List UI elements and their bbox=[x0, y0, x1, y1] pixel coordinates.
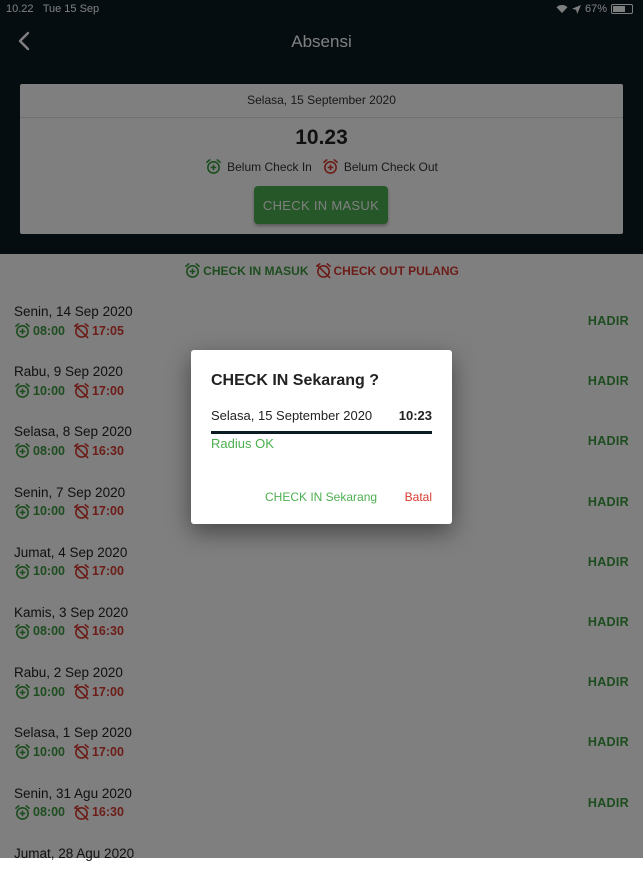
confirm-checkin-button[interactable]: CHECK IN Sekarang bbox=[265, 490, 377, 504]
dialog-date: Selasa, 15 September 2020 bbox=[211, 408, 373, 423]
checkin-dialog: CHECK IN Sekarang ? Selasa, 15 September… bbox=[191, 350, 452, 524]
cancel-button[interactable]: Batal bbox=[405, 490, 432, 504]
dialog-time: 10:23 bbox=[398, 408, 432, 423]
radius-status: Radius OK bbox=[211, 436, 274, 451]
dialog-title: CHECK IN Sekarang ? bbox=[211, 372, 380, 389]
progress-bar bbox=[211, 431, 432, 434]
